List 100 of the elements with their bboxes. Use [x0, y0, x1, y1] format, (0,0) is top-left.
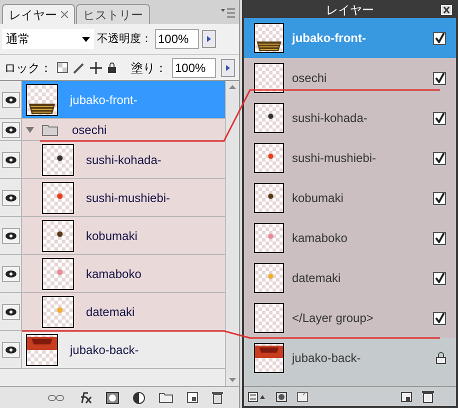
layer-row[interactable]: sushi-mushiebi-: [22, 179, 225, 216]
layer-name: osechi: [292, 70, 328, 87]
check-icon: [434, 33, 444, 43]
play-icon: [226, 64, 230, 70]
layer-row[interactable]: datemaki: [244, 258, 456, 298]
folder-icon[interactable]: [159, 392, 173, 403]
adjustment-icon[interactable]: [133, 392, 145, 404]
visibility-checkbox[interactable]: [433, 32, 446, 44]
visibility-toggle[interactable]: [2, 304, 20, 320]
lock-transparency-icon[interactable]: [57, 62, 68, 73]
check-icon: [434, 73, 444, 83]
visibility-checkbox[interactable]: [433, 272, 446, 284]
layer-row[interactable]: datemaki: [22, 293, 225, 330]
visibility-checkbox[interactable]: [433, 192, 446, 204]
new-layer-icon[interactable]: [187, 392, 198, 403]
caret-icon: [82, 36, 90, 42]
layer-thumbnail-icon: [254, 303, 284, 333]
fill-field[interactable]: 100%: [172, 58, 216, 78]
layer-name: kobumaki: [86, 228, 138, 244]
visibility-checkbox[interactable]: [433, 152, 446, 164]
layer-name: sushi-kohada-: [292, 110, 368, 127]
panel-tab[interactable]: レイヤー: [2, 4, 75, 24]
layer-name: jubako-back-: [70, 342, 139, 358]
check-icon: [434, 153, 444, 163]
lock-icon[interactable]: [107, 62, 117, 73]
eye-icon: [4, 346, 16, 354]
layer-row[interactable]: sushi-mushiebi-: [244, 138, 456, 178]
layer-name: osechi: [72, 122, 107, 138]
visibility-toggle[interactable]: [2, 92, 20, 108]
visibility-toggle[interactable]: [2, 190, 20, 206]
visibility-toggle[interactable]: [2, 342, 20, 358]
trash-icon[interactable]: [212, 391, 223, 404]
visibility-toggle[interactable]: [2, 152, 20, 168]
scrollbar[interactable]: [225, 81, 239, 386]
layer-thumbnail-icon: [42, 182, 74, 214]
layer-thumbnail-icon: [254, 23, 284, 53]
layer-thumbnail-icon: [42, 144, 74, 176]
blend-mode-dropdown[interactable]: 通常: [2, 29, 94, 49]
stepper-button[interactable]: [221, 58, 235, 76]
layer-row[interactable]: sushi-kohada-: [22, 141, 225, 178]
visibility-checkbox[interactable]: [433, 312, 446, 324]
mask-icon[interactable]: [106, 392, 119, 404]
stepper-button[interactable]: [202, 30, 216, 48]
eye-icon: [4, 194, 16, 202]
link-icon[interactable]: [48, 394, 64, 402]
opacity-label: 不透明度：: [97, 32, 152, 47]
layer-row[interactable]: kobumaki: [244, 178, 456, 218]
visibility-checkbox[interactable]: [433, 112, 446, 124]
layer-options-icon[interactable]: [248, 392, 266, 402]
layer-thumbnail-icon: [254, 103, 284, 133]
check-icon: [434, 113, 444, 123]
layer-row[interactable]: </Layer group>: [244, 298, 456, 338]
panel-tab[interactable]: ヒストリー: [76, 4, 150, 24]
new-layer-icon[interactable]: [401, 392, 412, 402]
layer-thumbnail-icon: [254, 343, 284, 373]
layer-name: datemaki: [86, 304, 135, 320]
eye-icon: [4, 156, 16, 164]
layer-row[interactable]: kamaboko: [22, 255, 225, 292]
layer-row[interactable]: sushi-kohada-: [244, 98, 456, 138]
scroll-down-icon[interactable]: [229, 378, 236, 382]
layer-name: jubako-front-: [70, 92, 138, 108]
layer-name: sushi-kohada-: [86, 152, 162, 168]
visibility-toggle[interactable]: [2, 122, 20, 138]
layer-name: sushi-mushiebi-: [86, 190, 170, 206]
effects-icon[interactable]: [297, 392, 308, 402]
folder-icon: [42, 124, 58, 136]
layer-name: jubako-front-: [292, 30, 367, 47]
layer-name: jubako-back-: [292, 350, 362, 367]
play-icon: [207, 36, 211, 42]
expand-triangle-icon[interactable]: [26, 126, 34, 134]
layer-name: datemaki: [292, 270, 342, 287]
visibility-toggle[interactable]: [2, 228, 20, 244]
layer-name: kamaboko: [292, 230, 348, 247]
layer-row[interactable]: kobumaki: [22, 217, 225, 254]
layer-thumbnail-icon: [42, 296, 74, 328]
move-icon[interactable]: [90, 62, 102, 74]
layer-thumbnail-icon: [254, 63, 284, 93]
visibility-checkbox[interactable]: [433, 232, 446, 244]
layer-thumbnail-icon: [42, 220, 74, 252]
layer-row[interactable]: kamaboko: [244, 218, 456, 258]
effects-icon[interactable]: [78, 392, 92, 404]
mask-icon[interactable]: [276, 392, 287, 402]
brush-icon[interactable]: [73, 62, 85, 74]
layer-thumbnail-icon: [254, 263, 284, 293]
visibility-checkbox[interactable]: [433, 72, 446, 84]
check-icon: [434, 273, 444, 283]
panel-menu-icon[interactable]: [221, 8, 235, 18]
check-icon: [434, 233, 444, 243]
visibility-toggle[interactable]: [2, 266, 20, 282]
layer-thumbnail-icon: [254, 183, 284, 213]
layer-name: kobumaki: [292, 190, 344, 207]
layer-row[interactable]: osechi: [244, 58, 456, 98]
eye-icon: [4, 96, 16, 104]
scroll-up-icon[interactable]: [229, 85, 236, 89]
layer-thumbnail-icon: [42, 258, 74, 290]
trash-icon[interactable]: [422, 390, 434, 403]
layer-thumbnail-icon: [254, 143, 284, 173]
folder-row[interactable]: osechi: [22, 119, 225, 140]
eye-icon: [4, 126, 16, 134]
opacity-field[interactable]: 100%: [155, 29, 199, 49]
